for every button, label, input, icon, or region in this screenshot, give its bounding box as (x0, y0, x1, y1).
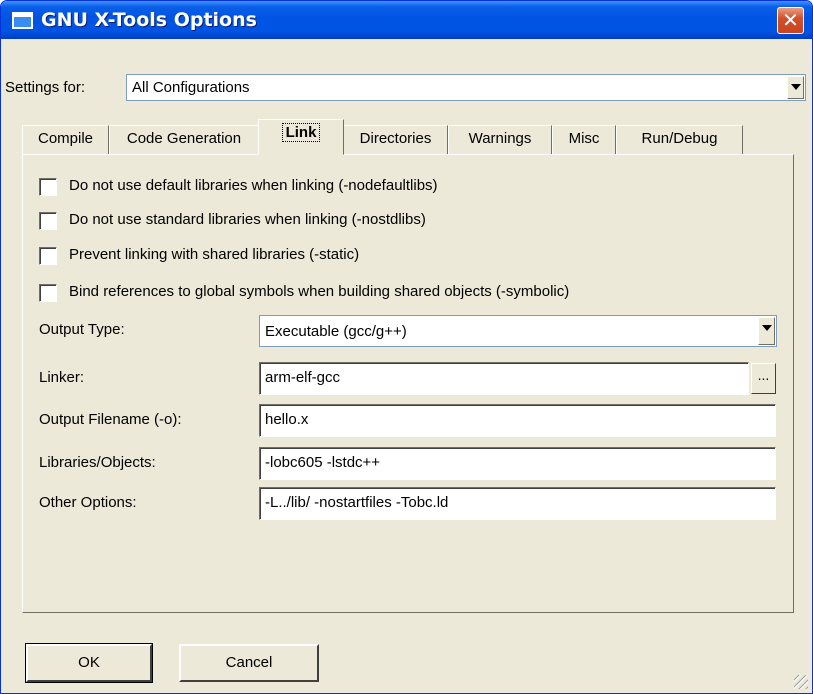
libraries-objects-input[interactable]: -lobc605 -lstdc++ (259, 447, 776, 480)
output-type-dropdown[interactable]: Executable (gcc/g++) (259, 315, 777, 347)
libraries-objects-value: -lobc605 -lstdc++ (265, 454, 381, 471)
other-options-value: -L../lib/ -nostartfiles -Tobc.ld (265, 494, 449, 511)
options-dialog: GNU X-Tools Options ✕ Settings for: All … (0, 0, 813, 694)
output-type-value: Executable (gcc/g++) (265, 323, 407, 340)
other-options-label: Other Options: (39, 494, 137, 511)
tab-directories[interactable]: Directories (343, 125, 448, 155)
nostdlibs-checkbox[interactable] (39, 212, 57, 230)
resize-grip-icon[interactable] (794, 675, 808, 689)
nostdlibs-label: Do not use standard libraries when linki… (69, 211, 426, 228)
tab-misc[interactable]: Misc (552, 125, 616, 155)
output-filename-input[interactable]: hello.x (259, 404, 776, 437)
linker-label: Linker: (39, 369, 85, 386)
tab-run-debug[interactable]: Run/Debug (616, 125, 743, 155)
title-bar[interactable]: GNU X-Tools Options ✕ (1, 1, 812, 39)
tab-link[interactable]: Link (258, 119, 344, 155)
symbolic-checkbox[interactable] (39, 284, 57, 302)
cancel-button[interactable]: Cancel (179, 644, 319, 682)
static-label: Prevent linking with shared libraries (-… (69, 246, 360, 263)
other-options-input[interactable]: -L../lib/ -nostartfiles -Tobc.ld (259, 487, 776, 520)
output-filename-label: Output Filename (-o): (39, 411, 182, 428)
linker-browse-button[interactable]: ... (751, 363, 776, 394)
linker-input[interactable]: arm-elf-gcc (259, 362, 749, 395)
linker-value: arm-elf-gcc (265, 369, 341, 386)
static-checkbox[interactable] (39, 247, 57, 265)
nodefaultlibs-label: Do not use default libraries when linkin… (69, 177, 438, 194)
settings-for-label: Settings for: (5, 79, 86, 96)
tab-compile[interactable]: Compile (22, 125, 109, 155)
chevron-down-icon[interactable] (787, 76, 804, 99)
output-filename-value: hello.x (265, 411, 309, 428)
settings-for-dropdown[interactable]: All Configurations (126, 74, 806, 101)
output-type-label: Output Type: (39, 321, 125, 338)
close-button[interactable]: ✕ (777, 7, 804, 34)
ok-button[interactable]: OK (25, 643, 153, 683)
window-icon (12, 12, 33, 29)
tab-warnings[interactable]: Warnings (448, 125, 552, 155)
chevron-down-icon[interactable] (758, 317, 775, 345)
settings-for-value: All Configurations (132, 79, 250, 96)
window-title: GNU X-Tools Options (41, 9, 257, 31)
tab-code-generation[interactable]: Code Generation (109, 125, 259, 155)
nodefaultlibs-checkbox[interactable] (39, 178, 57, 196)
libraries-objects-label: Libraries/Objects: (39, 454, 156, 471)
symbolic-label: Bind references to global symbols when b… (69, 283, 570, 300)
